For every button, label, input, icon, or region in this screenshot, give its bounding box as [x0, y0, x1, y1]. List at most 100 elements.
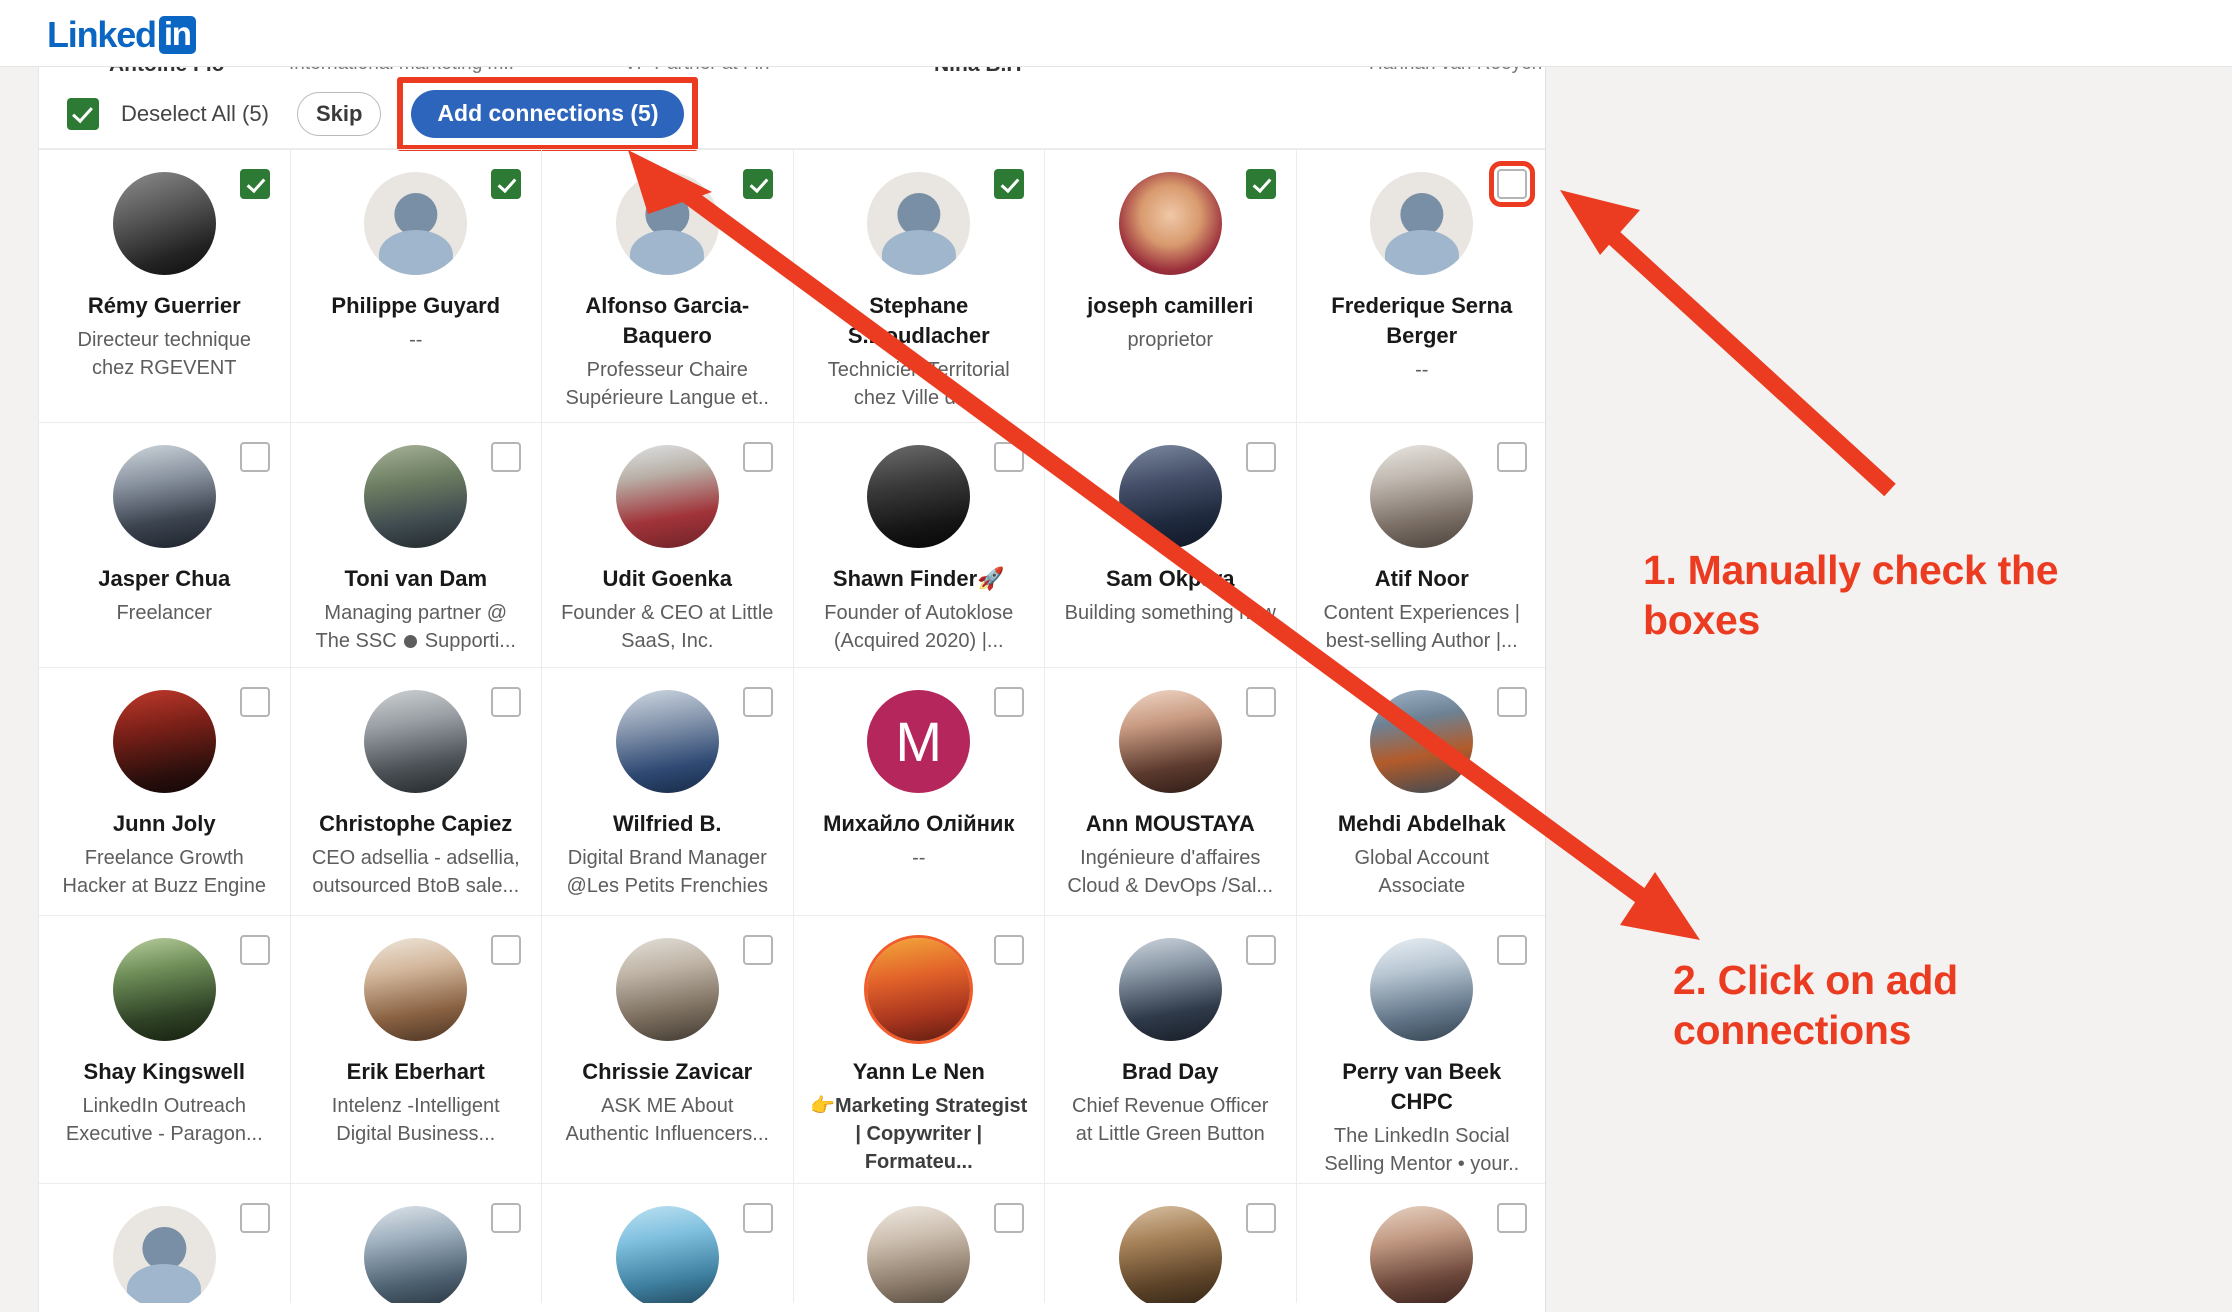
avatar	[615, 172, 719, 275]
connection-checkbox[interactable]	[491, 935, 521, 965]
connection-checkbox[interactable]	[994, 1203, 1024, 1233]
connection-card[interactable]: Chrissie Zavicar ASK ME About Authentic I…	[542, 915, 794, 1183]
avatar	[112, 172, 216, 275]
linkedin-logo[interactable]: Linked in	[47, 16, 196, 54]
avatar	[1370, 172, 1474, 275]
connection-card[interactable]: Rémy Guerrier Directeur technique chez RG…	[39, 149, 291, 422]
connection-card[interactable]	[1296, 1183, 1545, 1303]
connection-card[interactable]: Mehdi Abdelhak Global Account Associate	[1296, 667, 1545, 915]
connection-card[interactable]	[542, 1183, 794, 1303]
connection-name: Junn Joly	[112, 811, 216, 836]
connection-checkbox[interactable]	[1497, 935, 1527, 965]
connection-card[interactable]: Yann Le Nen 👉Marketing Strategist | Copyw…	[793, 915, 1045, 1183]
connection-card[interactable]: Toni van Dam Managing partner @ The SSC S…	[290, 422, 542, 667]
skip-button[interactable]: Skip	[296, 91, 382, 136]
avatar	[1118, 690, 1222, 793]
connection-checkbox[interactable]	[239, 687, 270, 717]
avatar	[615, 938, 719, 1041]
connection-checkbox[interactable]	[1497, 687, 1527, 717]
connection-checkbox[interactable]	[1245, 935, 1276, 965]
connection-headline: Directeur technique chez RGEVENT	[77, 329, 251, 379]
connection-checkbox[interactable]	[994, 935, 1024, 965]
connection-name: Mehdi Abdelhak	[1337, 811, 1506, 836]
avatar: M	[867, 690, 971, 793]
connection-checkbox[interactable]	[1245, 687, 1276, 717]
connection-name: Jasper Chua	[98, 566, 231, 591]
avatar	[112, 1206, 216, 1303]
connection-checkbox[interactable]	[1245, 1203, 1276, 1233]
page-root: Linkedin Antoine Flo International marke…	[0, 0, 2232, 1312]
connection-card[interactable]: Christophe Capiez CEO adsellia - adsellia…	[290, 667, 542, 915]
connection-name: Perry van Beek CHPC	[1342, 1059, 1502, 1114]
connections-row	[39, 1183, 1545, 1303]
annotation-step-2: 2. Click on add connections	[1673, 957, 1958, 1053]
connection-name: Erik Eberhart	[346, 1059, 485, 1084]
connection-checkbox[interactable]	[1245, 442, 1276, 472]
connection-card[interactable]: Frederique Serna Berger --	[1296, 149, 1545, 422]
connection-card[interactable]	[39, 1183, 291, 1303]
connection-checkbox-checked[interactable]	[994, 169, 1024, 199]
clipped-name-4: Nina B.H	[934, 67, 1022, 77]
connection-checkbox-checked[interactable]	[239, 169, 270, 199]
connection-checkbox[interactable]	[239, 442, 270, 472]
connection-checkbox[interactable]	[994, 442, 1024, 472]
connection-checkbox[interactable]	[239, 1203, 270, 1233]
connection-checkbox-checked[interactable]	[742, 169, 773, 199]
connection-checkbox[interactable]	[1497, 442, 1527, 472]
connection-card[interactable]: Stephane S.Boudlacher Technicien Territor…	[793, 149, 1045, 422]
connection-card[interactable]: Alfonso Garcia-Baquero Professeur Chaire …	[542, 149, 794, 422]
connection-card[interactable]: Perry van Beek CHPC The LinkedIn Social S…	[1296, 915, 1545, 1183]
connection-checkbox[interactable]	[491, 687, 521, 717]
connection-card[interactable]: Jasper Chua Freelancer	[39, 422, 291, 667]
connection-card[interactable]: Sam Okpara Building something new	[1045, 422, 1297, 667]
select-all-checkbox[interactable]	[67, 97, 99, 130]
connection-card[interactable]: Erik Eberhart Intelenz -Intelligent Digit…	[290, 915, 542, 1183]
connection-card[interactable]	[793, 1183, 1045, 1303]
connection-checkbox[interactable]	[742, 442, 773, 472]
connection-card[interactable]: Junn Joly Freelance Growth Hacker at Buzz…	[39, 667, 291, 915]
clipped-name-1: Antoine Flo	[109, 67, 224, 77]
connection-card[interactable]: Shay Kingswell LinkedIn Outreach Executiv…	[39, 915, 291, 1183]
connections-grid: Rémy Guerrier Directeur technique chez RG…	[39, 149, 1545, 1303]
clipped-name-2: International marketing m..	[289, 67, 514, 75]
connection-headline: --	[912, 847, 926, 869]
connection-checkbox[interactable]	[1489, 161, 1535, 207]
connection-checkbox[interactable]	[742, 935, 773, 965]
connection-checkbox-checked[interactable]	[491, 169, 521, 199]
connection-card[interactable]: Philippe Guyard --	[290, 149, 542, 422]
deselect-all-label[interactable]: Deselect All (5)	[121, 101, 269, 127]
connection-card[interactable]	[1045, 1183, 1297, 1303]
connection-card[interactable]: Brad Day Chief Revenue Officer at Little …	[1045, 915, 1297, 1183]
connection-checkbox[interactable]	[742, 687, 773, 717]
connection-headline: 👉Marketing Strategist | Copywriter | For…	[810, 1095, 1028, 1173]
connection-card[interactable]	[290, 1183, 542, 1303]
connection-name: Philippe Guyard	[331, 293, 501, 318]
connection-checkbox-checked[interactable]	[1245, 169, 1276, 199]
connection-headline: ASK ME About Authentic Influencers...	[565, 1095, 769, 1145]
connection-name: Toni van Dam	[344, 566, 488, 591]
connection-headline: The LinkedIn Social Selling Mentor • you…	[1324, 1125, 1520, 1175]
connection-card[interactable]: Udit Goenka Founder & CEO at Little SaaS,…	[542, 422, 794, 667]
connection-name: Christophe Capiez	[319, 811, 513, 836]
connection-checkbox[interactable]	[994, 687, 1024, 717]
connection-card[interactable]: joseph camilleri proprietor	[1045, 149, 1297, 422]
connection-checkbox[interactable]	[742, 1203, 773, 1233]
add-connections-button[interactable]: Add connections (5)	[411, 89, 685, 138]
connection-name: Wilfried B.	[612, 811, 722, 836]
connection-headline: LinkedIn Outreach Executive - Paragon...	[65, 1095, 263, 1145]
avatar	[364, 445, 468, 548]
avatar	[615, 1206, 719, 1303]
connection-checkbox[interactable]	[491, 442, 521, 472]
connection-headline: proprietor	[1127, 329, 1214, 351]
connection-name: Stephane S.Boudlacher	[847, 293, 990, 348]
connection-checkbox[interactable]	[239, 935, 270, 965]
connection-checkbox[interactable]	[491, 1203, 521, 1233]
connection-name: Frederique Serna Berger	[1331, 293, 1513, 348]
connection-checkbox[interactable]	[1497, 1203, 1527, 1233]
connection-card[interactable]: Atif Noor Content Experiences | best-sell…	[1296, 422, 1545, 667]
connection-card[interactable]: Wilfried B. Digital Brand Manager @Les Pe…	[542, 667, 794, 915]
connection-card[interactable]: Shawn Finder🚀 Founder of Autoklose (Acqui…	[793, 422, 1045, 667]
connection-card[interactable]: Ann MOUSTAYA Ingénieure d'affaires Cloud …	[1045, 667, 1297, 915]
connection-card[interactable]: M Михайло Олійник --	[793, 667, 1045, 915]
connection-name: Shay Kingswell	[83, 1059, 245, 1084]
